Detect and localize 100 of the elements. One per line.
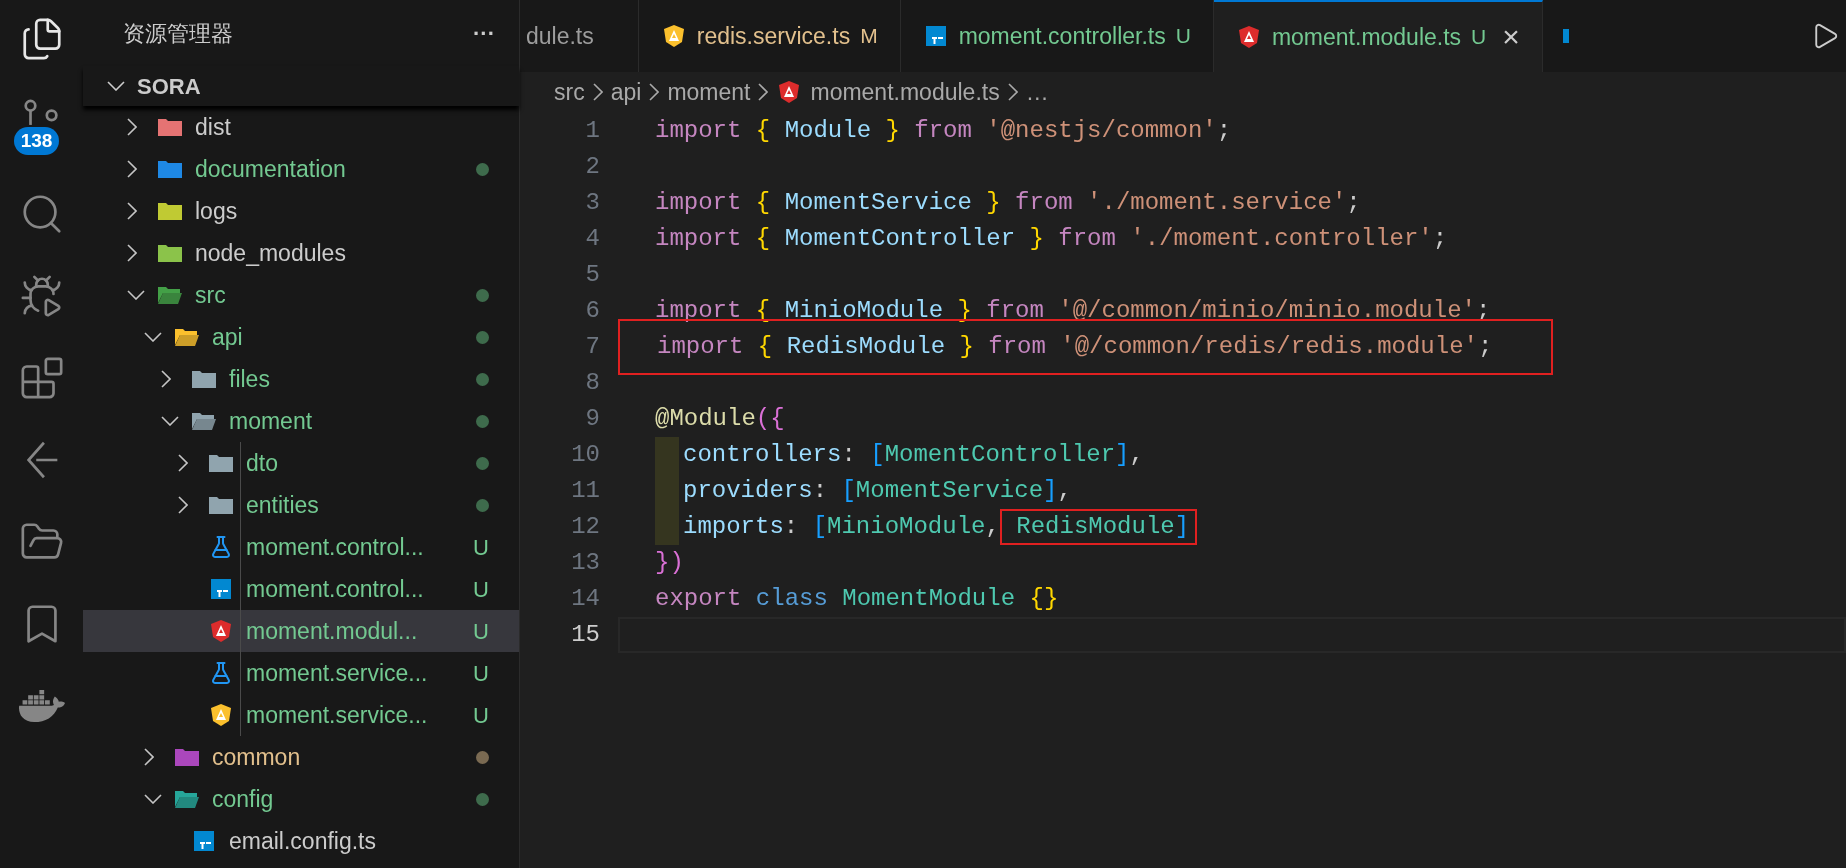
git-status: U (473, 533, 489, 562)
tree-item[interactable]: entities (83, 484, 519, 526)
line-number: 10 (570, 440, 600, 470)
chevron-right-icon (649, 83, 660, 101)
code-line: imports: [MinioModule, RedisModule] (618, 509, 1198, 545)
tab-label: moment.module.ts (1271, 22, 1462, 52)
chevron-right-icon[interactable] (127, 244, 137, 262)
file-name: moment (229, 406, 313, 436)
breadcrumb-item[interactable]: … (1025, 74, 1049, 110)
line-number: 13 (570, 548, 600, 578)
git-status: U (473, 617, 489, 646)
chevron-right-icon[interactable] (127, 118, 137, 136)
line-number: 12 (570, 512, 600, 542)
tree-item[interactable]: config (83, 778, 519, 820)
file-name: moment.service... (246, 700, 428, 730)
file-name: config (212, 784, 274, 814)
file-name: src (195, 280, 226, 310)
editor-tab[interactable]: moment.module.ts U × (1213, 0, 1543, 72)
chevron-right-icon (1007, 83, 1018, 101)
chevron-right-icon (592, 83, 603, 101)
line-number: 2 (584, 152, 600, 182)
tree-item[interactable]: moment.control... U (83, 526, 519, 568)
file-name: moment.control... (246, 532, 424, 562)
git-status: U (473, 701, 489, 730)
line-number: 7 (584, 332, 600, 362)
file-name: documentation (195, 154, 346, 184)
line-number: 14 (570, 584, 600, 614)
tree-item[interactable]: moment.control... U (83, 568, 519, 610)
chevron-down-icon[interactable] (107, 81, 125, 91)
code-line: providers: [MomentService], (618, 473, 1072, 509)
tree-item[interactable]: node_modules (83, 232, 519, 274)
line-number: 11 (570, 476, 600, 506)
line-number: 15 (570, 620, 600, 650)
typescript-file-icon (208, 577, 234, 601)
tab-label: moment.controller.ts (958, 21, 1166, 51)
line-number: 5 (584, 260, 600, 290)
file-name: files (229, 364, 270, 394)
tree-item[interactable]: dto (83, 442, 519, 484)
git-status: M (860, 23, 878, 50)
line-number: 3 (584, 188, 600, 218)
code-line: @Module({ (654, 404, 785, 434)
file-name: moment.modul... (246, 616, 418, 646)
code-line: import { Module } from '@nestjs/common'; (654, 116, 1232, 146)
chevron-down-icon[interactable] (161, 416, 179, 426)
chevron-right-icon[interactable] (127, 160, 137, 178)
chevron-right-icon[interactable] (178, 454, 188, 472)
chevron-right-icon[interactable] (127, 202, 137, 220)
tree-item[interactable]: api (83, 316, 519, 358)
file-name: logs (195, 196, 238, 226)
breadcrumb-item[interactable]: moment.module.ts (810, 74, 1000, 110)
chevron-down-icon[interactable] (127, 290, 145, 300)
code-line: import { MomentService } from './moment.service'; (654, 188, 1361, 218)
tree-item[interactable]: dist (83, 106, 519, 148)
file-name: dist (195, 112, 231, 142)
section-title[interactable]: SORA (137, 69, 201, 103)
file-name: email.config.ts (229, 826, 376, 856)
chevron-right-icon[interactable] (178, 496, 188, 514)
tree-item[interactable]: common (83, 736, 519, 778)
tree-item[interactable]: moment.service... U (83, 652, 519, 694)
tree-item[interactable]: moment (83, 400, 519, 442)
chevron-right-icon (758, 83, 769, 101)
file-name: moment.control... (246, 574, 424, 604)
file-name: common (212, 742, 301, 772)
file-name: node_modules (195, 238, 346, 268)
breadcrumb-item[interactable]: src (554, 74, 585, 110)
line-number: 8 (584, 368, 600, 398)
typescript-file-icon (191, 829, 217, 853)
git-status: U (473, 659, 489, 688)
more-button[interactable]: ··· (473, 16, 495, 50)
extensions-icon[interactable] (18, 355, 65, 401)
file-name: moment.service... (246, 658, 428, 688)
close-button[interactable]: × (1502, 22, 1520, 52)
shield-icon (208, 703, 234, 727)
tab-label: dule.ts (526, 21, 594, 51)
chevron-down-icon[interactable] (144, 332, 162, 342)
tab-label: redis.service.ts (696, 21, 851, 51)
tree-item[interactable]: email.config.ts (83, 820, 519, 862)
tree-item[interactable]: files (83, 358, 519, 400)
tree-item[interactable]: moment.service... U (83, 694, 519, 736)
tree-item[interactable]: logs (83, 190, 519, 232)
file-icon (1562, 29, 1569, 43)
file-name: dto (246, 448, 278, 478)
line-number: 9 (584, 404, 600, 434)
breadcrumb-item[interactable]: api (610, 74, 642, 110)
code-line: import { MomentController } from './moment.controller'; (654, 224, 1448, 254)
tree-item[interactable]: src (83, 274, 519, 316)
line-number: 6 (584, 296, 600, 326)
shield-icon (208, 619, 234, 643)
panel-title: 资源管理器 (123, 19, 233, 48)
git-status: U (1471, 24, 1487, 51)
git-status: U (473, 575, 489, 604)
line-number: 4 (584, 224, 600, 254)
chevron-right-icon[interactable] (161, 370, 171, 388)
chevron-down-icon[interactable] (144, 794, 162, 804)
tree-item[interactable]: moment.modul... U (83, 610, 519, 652)
code-line: }) (654, 548, 684, 578)
chevron-right-icon[interactable] (144, 748, 154, 766)
breadcrumb-item[interactable]: moment (667, 74, 751, 110)
line-number: 1 (584, 116, 600, 146)
tree-item[interactable]: documentation (83, 148, 519, 190)
